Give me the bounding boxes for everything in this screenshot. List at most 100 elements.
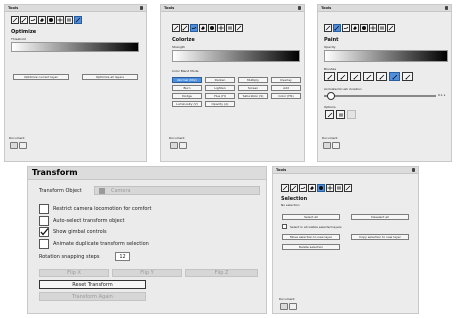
transform-tool-icon[interactable] xyxy=(369,24,377,32)
rotation-input[interactable]: 12 xyxy=(115,252,130,261)
document-label: Document xyxy=(322,136,338,140)
restrict-checkbox[interactable] xyxy=(39,204,49,214)
eraser-tool-icon[interactable] xyxy=(38,16,46,24)
mode-burn-button[interactable]: Burn xyxy=(172,85,202,91)
transform-tool-icon[interactable] xyxy=(217,24,225,32)
pin-icon[interactable] xyxy=(140,6,143,10)
brush-1-icon[interactable] xyxy=(324,72,335,81)
animate-checkbox[interactable] xyxy=(39,239,49,249)
eraser-tool-icon[interactable] xyxy=(308,184,316,192)
wand-tool-icon[interactable] xyxy=(344,184,352,192)
brush-duration-knob[interactable] xyxy=(327,92,335,100)
option-3-icon[interactable] xyxy=(347,110,356,119)
wand-tool-icon[interactable] xyxy=(74,16,82,24)
transform-again-button[interactable]: Transform Again xyxy=(39,292,146,301)
move-selection-button[interactable]: Move selection to new layer xyxy=(282,234,340,240)
smudge-tool-icon[interactable] xyxy=(299,184,307,192)
document-label: Document xyxy=(279,297,295,301)
eraser-tool-icon[interactable] xyxy=(199,24,207,32)
delete-selection-button[interactable]: Delete selection xyxy=(282,244,340,250)
mode-color-button[interactable]: Color (HS) xyxy=(271,93,301,99)
undo-icon[interactable] xyxy=(10,142,18,149)
undo-icon[interactable] xyxy=(323,142,331,149)
mode-screen-button[interactable]: Screen xyxy=(238,85,268,91)
option-2-icon[interactable] xyxy=(336,110,345,119)
panel-heading: Optimize xyxy=(11,29,37,35)
optimize-all-button[interactable]: Optimize all layers xyxy=(82,74,138,80)
fill-tool-icon[interactable] xyxy=(360,24,368,32)
flip-z-button[interactable]: Flip Z xyxy=(185,269,258,277)
window-title: Tools xyxy=(164,6,175,10)
brush-tool-icon[interactable] xyxy=(181,24,189,32)
mode-lighten-button[interactable]: Lighten xyxy=(205,85,235,91)
opacity-slider[interactable] xyxy=(324,50,448,62)
blend-mode-label: Color Blend Mode xyxy=(172,69,199,73)
threshold-slider[interactable] xyxy=(11,42,139,52)
fill-tool-icon[interactable] xyxy=(208,24,216,32)
brush-5-icon[interactable] xyxy=(376,72,387,81)
mode-overlay-button[interactable]: Overlay xyxy=(271,77,301,83)
strength-slider[interactable] xyxy=(172,50,300,62)
pin-icon[interactable] xyxy=(445,6,448,10)
selection-tool-icon[interactable] xyxy=(226,24,234,32)
brush-4-icon[interactable] xyxy=(363,72,374,81)
copy-selection-button[interactable]: Copy selection to new layer xyxy=(351,234,409,240)
panel-heading: Colorize xyxy=(172,37,195,43)
transform-tool-icon[interactable] xyxy=(326,184,334,192)
flip-x-button[interactable]: Flip X xyxy=(39,269,109,277)
line-tool-icon[interactable] xyxy=(281,184,289,192)
eraser-tool-icon[interactable] xyxy=(351,24,359,32)
redo-icon[interactable] xyxy=(179,142,187,149)
redo-icon[interactable] xyxy=(19,142,27,149)
fill-tool-icon[interactable] xyxy=(47,16,55,24)
fill-tool-icon[interactable] xyxy=(317,184,325,192)
redo-icon[interactable] xyxy=(289,303,297,310)
mode-hue-button[interactable]: Hue (H) xyxy=(205,93,235,99)
brush-duration-slider[interactable] xyxy=(324,95,436,97)
flip-y-button[interactable]: Flip Y xyxy=(112,269,182,277)
mode-opacity-button[interactable]: Opacity (A) xyxy=(205,101,235,107)
brush-tool-icon[interactable] xyxy=(333,24,341,32)
pin-icon[interactable] xyxy=(298,6,301,10)
opacity-label: Opacity xyxy=(324,45,336,49)
mode-luminosity-button[interactable]: Luminosity (V) xyxy=(172,101,202,107)
auto-select-checkbox[interactable] xyxy=(39,216,49,226)
smudge-tool-icon[interactable] xyxy=(29,16,37,24)
transform-object-select[interactable]: Camera xyxy=(94,186,260,195)
deselect-all-button[interactable]: Deselect all xyxy=(351,214,409,220)
brush-7-icon[interactable] xyxy=(402,72,413,81)
mode-darken-button[interactable]: Darken xyxy=(205,77,235,83)
transform-tool-icon[interactable] xyxy=(56,16,64,24)
undo-icon[interactable] xyxy=(170,142,178,149)
mode-multiply-button[interactable]: Multiply xyxy=(238,77,268,83)
brush-tool-icon[interactable] xyxy=(290,184,298,192)
select-all-button[interactable]: Select all xyxy=(282,214,340,220)
undo-icon[interactable] xyxy=(280,303,288,310)
optimize-current-button[interactable]: Optimize current layer xyxy=(13,74,69,80)
line-tool-icon[interactable] xyxy=(11,16,19,24)
brush-tool-icon[interactable] xyxy=(20,16,28,24)
brush-2-icon[interactable] xyxy=(337,72,348,81)
mode-add-button[interactable]: Add xyxy=(271,85,301,91)
select-visible-checkbox[interactable] xyxy=(282,224,287,229)
mode-normal-button[interactable]: Normal (Mix) xyxy=(172,77,202,83)
smudge-tool-icon[interactable] xyxy=(342,24,350,32)
redo-icon[interactable] xyxy=(332,142,340,149)
reset-transform-button[interactable]: Reset Transform xyxy=(39,280,146,289)
mode-dodge-button[interactable]: Dodge xyxy=(172,93,202,99)
selection-tool-icon[interactable] xyxy=(378,24,386,32)
line-tool-icon[interactable] xyxy=(324,24,332,32)
pin-icon[interactable] xyxy=(412,168,415,172)
line-tool-icon[interactable] xyxy=(172,24,180,32)
wand-tool-icon[interactable] xyxy=(235,24,243,32)
gimbal-checkbox[interactable] xyxy=(39,227,49,237)
option-1-icon[interactable] xyxy=(325,110,334,119)
wand-tool-icon[interactable] xyxy=(387,24,395,32)
brush-6-icon[interactable] xyxy=(389,72,400,81)
brush-3-icon[interactable] xyxy=(350,72,361,81)
smudge-tool-icon[interactable] xyxy=(190,24,198,32)
selection-tool-icon[interactable] xyxy=(65,16,73,24)
mode-saturation-button[interactable]: Saturation (S) xyxy=(238,93,268,99)
options-label: Options xyxy=(324,105,336,109)
selection-tool-icon[interactable] xyxy=(335,184,343,192)
